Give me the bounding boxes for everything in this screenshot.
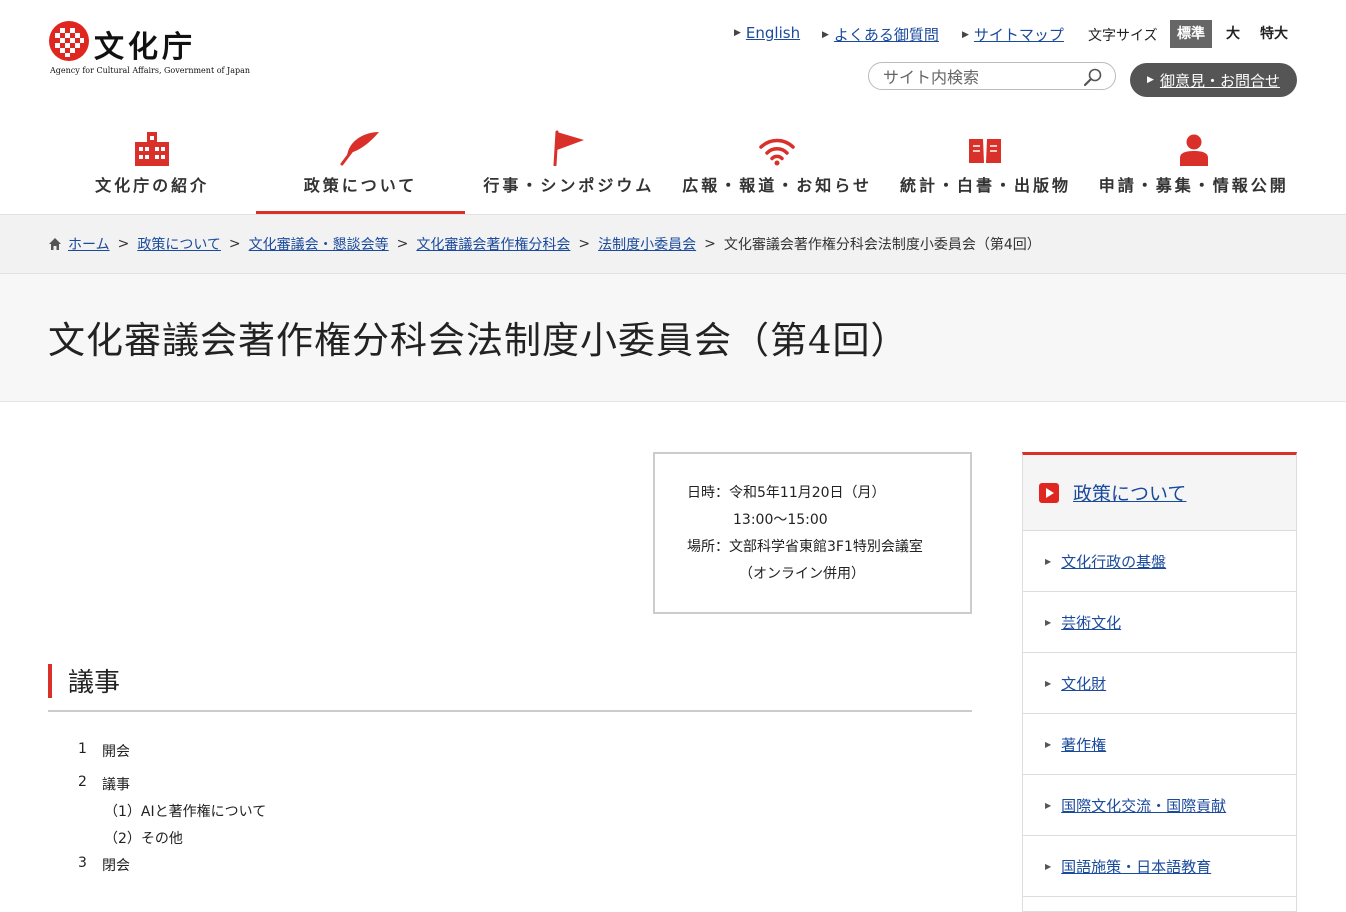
breadcrumb-home[interactable]: ホーム bbox=[68, 234, 110, 254]
flag-icon bbox=[553, 130, 584, 166]
sidebar-item-japanese-language[interactable]: ▶ 国語施策・日本語教育 bbox=[1023, 836, 1296, 897]
site-search bbox=[868, 62, 1116, 90]
faq-link[interactable]: ▶ よくある御質問 bbox=[822, 24, 939, 45]
agenda-heading: 議事 bbox=[48, 662, 972, 712]
breadcrumb-legal-subcommittee[interactable]: 法制度小委員会 bbox=[598, 234, 696, 254]
breadcrumb-councils[interactable]: 文化審議会・懇談会等 bbox=[249, 234, 389, 254]
agenda-item-num: 3 bbox=[78, 855, 87, 871]
sidebar-title-link[interactable]: 政策について bbox=[1073, 479, 1186, 506]
triangle-icon: ▶ bbox=[1147, 75, 1154, 85]
nav-item-about[interactable]: 文化庁の紹介 bbox=[48, 118, 256, 214]
sidebar-header: 政策について bbox=[1023, 455, 1296, 531]
triangle-icon: ▶ bbox=[1045, 800, 1052, 810]
sidebar-item-international[interactable]: ▶ 国際文化交流・国際貢献 bbox=[1023, 775, 1296, 836]
breadcrumb-copyright-subdivision[interactable]: 文化審議会著作権分科会 bbox=[416, 234, 570, 254]
font-size-large-button[interactable]: 大 bbox=[1218, 20, 1248, 48]
logo-subtext: Agency for Cultural Affairs, Government … bbox=[50, 66, 251, 75]
logo-mark-icon bbox=[49, 21, 89, 61]
agenda-heading-text: 議事 bbox=[68, 668, 121, 698]
home-icon bbox=[49, 238, 61, 250]
book-icon bbox=[969, 139, 1002, 163]
triangle-icon: ▶ bbox=[1045, 678, 1052, 688]
wifi-icon bbox=[759, 138, 795, 166]
nav-item-applications[interactable]: 申請・募集・情報公開 bbox=[1090, 118, 1298, 214]
font-size-standard-button[interactable]: 標準 bbox=[1170, 20, 1212, 48]
font-size-xlarge-button[interactable]: 特大 bbox=[1254, 20, 1294, 48]
page-title: 文化審議会著作権分科会法制度小委員会（第4回） bbox=[48, 319, 909, 362]
nav-label: 申請・募集・情報公開 bbox=[1098, 176, 1289, 195]
agenda-item-num: 1 bbox=[78, 741, 87, 757]
triangle-icon: ▶ bbox=[1045, 861, 1052, 871]
play-icon bbox=[1039, 482, 1059, 503]
sidebar-item-cultural-properties[interactable]: ▶ 文化財 bbox=[1023, 653, 1296, 714]
nav-label: 文化庁の紹介 bbox=[95, 176, 210, 195]
agenda-item: 議事 bbox=[102, 777, 130, 793]
sidebar-item-copyright[interactable]: ▶ 著作権 bbox=[1023, 714, 1296, 775]
nav-label: 行事・シンポジウム bbox=[483, 176, 655, 195]
title-band: 文化審議会著作権分科会法制度小委員会（第4回） bbox=[0, 274, 1346, 402]
search-input[interactable] bbox=[881, 65, 1085, 89]
nav-item-events[interactable]: 行事・シンポジウム bbox=[465, 118, 673, 214]
global-nav: 文化庁の紹介 政策について 行事・シンポジウム 広報・報道・お知らせ 統計・白書… bbox=[48, 118, 1298, 214]
breadcrumb: ホーム > 政策について > 文化審議会・懇談会等 > 文化審議会著作権分科会 > 法制… bbox=[0, 214, 1346, 274]
font-size-label: 文字サイズ bbox=[1088, 28, 1158, 44]
triangle-icon: ▶ bbox=[1045, 739, 1052, 749]
meeting-info-box: 日時：令和5年11月20日（月） 13:00～15:00 場所：文部科学省東館3… bbox=[653, 452, 972, 614]
agenda-item-num: 2 bbox=[78, 774, 87, 790]
agenda-item: 閉会 bbox=[102, 858, 130, 874]
agenda-subitem: （1）AIと著作権について bbox=[104, 804, 267, 820]
logo-text: 文化庁 bbox=[94, 30, 196, 65]
building-icon bbox=[135, 132, 170, 166]
nav-label: 政策について bbox=[303, 176, 418, 195]
nav-label: 統計・白書・出版物 bbox=[899, 176, 1071, 195]
person-icon bbox=[1179, 134, 1208, 166]
nav-item-publications[interactable]: 統計・白書・出版物 bbox=[881, 118, 1089, 214]
quill-icon bbox=[340, 132, 380, 166]
meeting-date: 日時：令和5年11月20日（月） bbox=[687, 485, 886, 501]
sidebar-item-arts[interactable]: ▶ 芸術文化 bbox=[1023, 592, 1296, 653]
meeting-place: 場所：文部科学省東館3F1特別会議室 bbox=[687, 539, 923, 555]
sidebar-item-administration[interactable]: ▶ 文化行政の基盤 bbox=[1023, 531, 1296, 592]
nav-item-policy[interactable]: 政策について bbox=[256, 118, 465, 214]
meeting-time: 13:00～15:00 bbox=[733, 512, 828, 528]
english-link[interactable]: ▶ English bbox=[734, 24, 800, 42]
triangle-icon: ▶ bbox=[1045, 556, 1052, 566]
heading-accent-bar bbox=[48, 664, 52, 698]
meeting-place-note: （オンライン併用） bbox=[739, 566, 865, 582]
sitemap-link[interactable]: ▶ サイトマップ bbox=[962, 24, 1064, 45]
agenda-subitem: （2）その他 bbox=[104, 831, 183, 847]
nav-item-news[interactable]: 広報・報道・お知らせ bbox=[673, 118, 881, 214]
breadcrumb-current: 文化審議会著作権分科会法制度小委員会（第4回） bbox=[723, 237, 1041, 253]
sidebar: 政策について ▶ 文化行政の基盤 ▶ 芸術文化 ▶ 文化財 ▶ 著作権 ▶ 国際文化交流・… bbox=[1022, 452, 1297, 912]
agenda-item: 開会 bbox=[102, 744, 130, 760]
nav-label: 広報・報道・お知らせ bbox=[682, 176, 872, 195]
site-logo[interactable]: 文化庁 Agency for Cultural Affairs, Governm… bbox=[48, 18, 251, 80]
contact-button[interactable]: ▶ 御意見・お問合せ bbox=[1130, 63, 1297, 97]
search-icon[interactable] bbox=[1083, 67, 1103, 87]
breadcrumb-policy[interactable]: 政策について bbox=[137, 234, 221, 254]
triangle-icon: ▶ bbox=[1045, 617, 1052, 627]
